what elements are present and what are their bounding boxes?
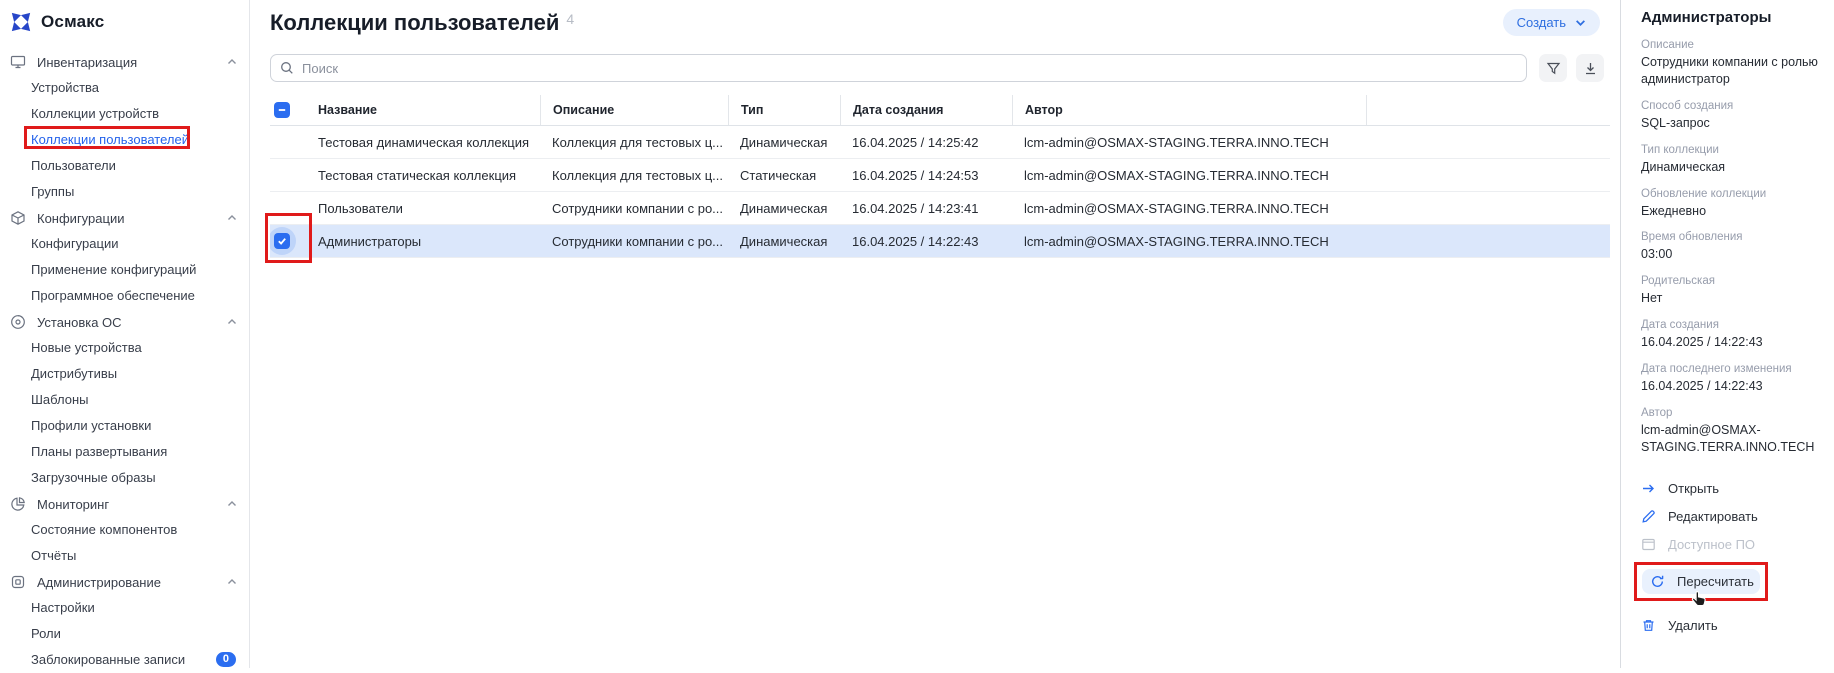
field-update-time: Время обновления 03:00 — [1641, 231, 1820, 263]
chip-icon — [10, 574, 26, 590]
sidebar-section-configurations[interactable]: Конфигурации — [0, 205, 249, 231]
monitor-icon — [10, 54, 26, 70]
sidebar-item-distributions[interactable]: Дистрибутивы — [0, 361, 249, 387]
blocked-records-count-badge: 0 — [216, 652, 236, 667]
field-collection-type: Тип коллекции Динамическая — [1641, 144, 1820, 176]
hand-cursor-icon — [1689, 589, 1709, 611]
chevron-up-icon[interactable] — [227, 499, 237, 509]
column-header-extra — [1366, 95, 1610, 125]
sidebar-item-new-devices[interactable]: Новые устройства — [0, 335, 249, 361]
software-window-icon — [1641, 537, 1656, 552]
sidebar: Осмакс Инвентаризация Устройства Коллекц… — [0, 0, 250, 668]
create-button[interactable]: Создать — [1503, 9, 1600, 36]
sidebar-item-install-profiles[interactable]: Профили установки — [0, 413, 249, 439]
sidebar-item-boot-images[interactable]: Загрузочные образы — [0, 465, 249, 491]
chevron-up-icon[interactable] — [227, 57, 237, 67]
pencil-icon — [1641, 509, 1656, 524]
chevron-down-icon — [1575, 17, 1586, 28]
sidebar-section-inventory[interactable]: Инвентаризация — [0, 49, 249, 75]
edit-action[interactable]: Редактировать — [1641, 506, 1820, 528]
field-parent: Родительская Нет — [1641, 275, 1820, 307]
collections-table: Название Описание Тип Дата создания Авто… — [270, 95, 1610, 258]
arrow-right-icon — [1641, 481, 1656, 496]
column-header-type[interactable]: Тип — [728, 95, 840, 125]
download-button[interactable] — [1576, 54, 1604, 82]
field-modified-date: Дата последнего изменения 16.04.2025 / 1… — [1641, 363, 1820, 395]
column-header-description[interactable]: Описание — [540, 95, 728, 125]
table-row[interactable]: Тестовая статическая коллекция Коллекция… — [270, 159, 1610, 192]
sidebar-item-devices[interactable]: Устройства — [0, 75, 249, 101]
panel-actions: Открыть Редактировать Доступное ПО Перес… — [1641, 478, 1820, 637]
main-content: Коллекции пользователей 4 Создать Назван… — [250, 0, 1620, 668]
search-icon — [280, 61, 294, 75]
column-header-author[interactable]: Автор — [1012, 95, 1366, 125]
chevron-up-icon[interactable] — [227, 577, 237, 587]
sidebar-item-users[interactable]: Пользователи — [0, 153, 249, 179]
sidebar-section-monitoring[interactable]: Мониторинг — [0, 491, 249, 517]
trash-icon — [1641, 618, 1656, 633]
panel-title: Администраторы — [1641, 9, 1820, 26]
select-all-checkbox[interactable] — [274, 102, 290, 118]
sidebar-item-user-collections[interactable]: Коллекции пользователей — [0, 127, 249, 153]
sidebar-nav: Инвентаризация Устройства Коллекции устр… — [0, 47, 249, 673]
table-header-row: Название Описание Тип Дата создания Авто… — [270, 95, 1610, 126]
pie-chart-icon — [10, 496, 26, 512]
osmax-logo-icon — [10, 11, 32, 33]
sidebar-section-label: Установка ОС — [37, 315, 216, 330]
sidebar-item-templates[interactable]: Шаблоны — [0, 387, 249, 413]
table-row[interactable]: Тестовая динамическая коллекция Коллекци… — [270, 126, 1610, 159]
refresh-icon — [1650, 574, 1665, 589]
sidebar-item-device-collections[interactable]: Коллекции устройств — [0, 101, 249, 127]
download-icon — [1583, 61, 1598, 76]
available-software-action: Доступное ПО — [1641, 534, 1820, 556]
annotation-highlight-recalculate: Пересчитать — [1634, 562, 1768, 601]
table-row[interactable]: Пользователи Сотрудники компании с ро...… — [270, 192, 1610, 225]
sidebar-section-label: Мониторинг — [37, 497, 216, 512]
page-title: Коллекции пользователей — [270, 10, 559, 36]
sidebar-item-configurations[interactable]: Конфигурации — [0, 231, 249, 257]
sidebar-item-groups[interactable]: Группы — [0, 179, 249, 205]
sidebar-section-os-install[interactable]: Установка ОС — [0, 309, 249, 335]
open-action[interactable]: Открыть — [1641, 478, 1820, 500]
chevron-up-icon[interactable] — [227, 213, 237, 223]
app-logo: Осмакс — [0, 0, 249, 47]
app-name: Осмакс — [41, 12, 104, 32]
field-author: Автор lcm-admin@OSMAX-STAGING.TERRA.INNO… — [1641, 407, 1820, 456]
sidebar-section-label: Администрирование — [37, 575, 216, 590]
cube-icon — [10, 210, 26, 226]
column-header-created[interactable]: Дата создания — [840, 95, 1012, 125]
column-header-name[interactable]: Название — [306, 95, 540, 125]
row-checkbox-checked[interactable] — [274, 233, 290, 249]
table-row-selected[interactable]: Администраторы Сотрудники компании с ро.… — [270, 225, 1610, 258]
sidebar-section-label: Конфигурации — [37, 211, 216, 226]
sidebar-item-software[interactable]: Программное обеспечение — [0, 283, 249, 309]
sidebar-item-settings[interactable]: Настройки — [0, 595, 249, 621]
filter-funnel-icon — [1546, 61, 1561, 76]
filter-button[interactable] — [1539, 54, 1567, 82]
field-description: Описание Сотрудники компании с ролью адм… — [1641, 39, 1820, 88]
sidebar-item-component-status[interactable]: Состояние компонентов — [0, 517, 249, 543]
sidebar-item-blocked-records[interactable]: Заблокированные записи 0 — [0, 647, 249, 673]
sidebar-section-label: Инвентаризация — [37, 55, 216, 70]
sidebar-section-administration[interactable]: Администрирование — [0, 569, 249, 595]
field-update-schedule: Обновление коллекции Ежедневно — [1641, 188, 1820, 220]
checkbox-halo — [270, 227, 296, 255]
sidebar-item-roles[interactable]: Роли — [0, 621, 249, 647]
details-panel: Администраторы Описание Сотрудники компа… — [1620, 0, 1834, 668]
collection-count: 4 — [566, 11, 574, 27]
delete-action[interactable]: Удалить — [1641, 615, 1820, 637]
sidebar-item-apply-configurations[interactable]: Применение конфигураций — [0, 257, 249, 283]
disc-icon — [10, 314, 26, 330]
sidebar-item-reports[interactable]: Отчёты — [0, 543, 249, 569]
checkmark-icon — [277, 236, 287, 246]
search-input[interactable] — [270, 54, 1527, 82]
chevron-up-icon[interactable] — [227, 317, 237, 327]
field-creation-method: Способ создания SQL-запрос — [1641, 100, 1820, 132]
field-created-date: Дата создания 16.04.2025 / 14:22:43 — [1641, 319, 1820, 351]
sidebar-item-deployment-plans[interactable]: Планы развертывания — [0, 439, 249, 465]
indeterminate-minus-icon — [277, 105, 287, 115]
